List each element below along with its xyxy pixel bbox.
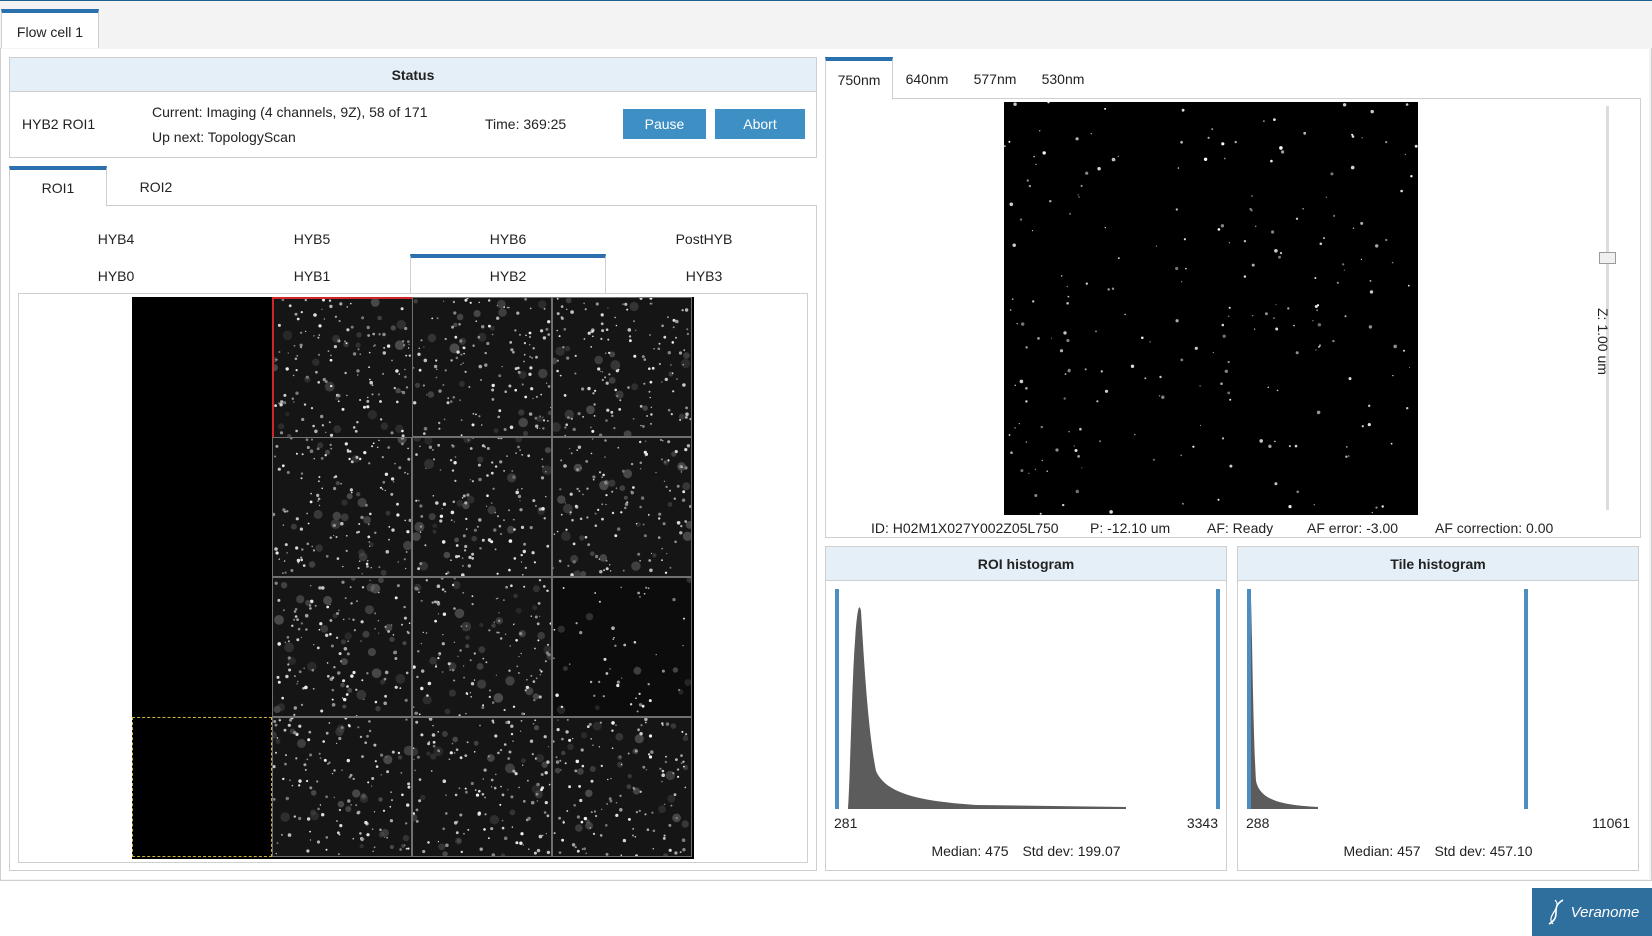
roi-histogram-min-marker[interactable]	[835, 589, 839, 809]
status-time: Time: 369:25	[485, 116, 567, 132]
tile[interactable]	[412, 717, 552, 857]
tile[interactable]	[272, 297, 412, 437]
tile[interactable]	[272, 437, 412, 577]
status-current: Current: Imaging (4 channels, 9Z), 58 of…	[152, 104, 428, 120]
z-slider-thumb[interactable]	[1599, 252, 1616, 264]
tab-hyb6[interactable]: HYB6	[410, 222, 606, 256]
bottom-bar	[0, 886, 1652, 936]
tile[interactable]	[272, 717, 412, 857]
af-correction: AF correction: 0.00	[1435, 520, 1554, 536]
flowcell-tabbar: Flow cell 1	[0, 1, 1652, 50]
status-up-next: Up next: TopologyScan	[152, 129, 296, 145]
roi-histogram-curve	[834, 607, 1126, 809]
roi-histogram-plot	[834, 589, 1220, 809]
status-panel: Status HYB2 ROI1 Current: Imaging (4 cha…	[9, 57, 817, 158]
tab-hyb4[interactable]: HYB4	[18, 222, 214, 256]
roi-histogram-min: 281	[834, 815, 858, 831]
tile-histogram-title: Tile histogram	[1238, 547, 1638, 581]
dna-helix-icon	[1548, 899, 1564, 925]
tile[interactable]	[412, 577, 552, 717]
status-roi: HYB2 ROI1	[22, 116, 96, 132]
tab-posthyb[interactable]: PostHYB	[606, 222, 802, 256]
af-error: AF error: -3.00	[1307, 520, 1399, 536]
tab-hyb5[interactable]: HYB5	[214, 222, 410, 256]
tab-roi1[interactable]: ROI1	[9, 166, 107, 207]
roi-histogram-stats: Median: 475 Std dev: 199.07	[826, 843, 1226, 859]
tile-histogram-median: Median: 457	[1343, 843, 1421, 859]
tab-hyb3[interactable]: HYB3	[606, 259, 802, 293]
roi-histogram-std: Std dev: 199.07	[1022, 843, 1121, 859]
tile[interactable]	[412, 297, 552, 437]
tab-577nm[interactable]: 577nm	[961, 57, 1029, 100]
tab-750nm[interactable]: 750nm	[825, 57, 893, 100]
tile[interactable]	[412, 437, 552, 577]
tab-hyb2[interactable]: HYB2	[410, 254, 606, 294]
tile-histogram-std: Std dev: 457.10	[1434, 843, 1533, 859]
tile[interactable]	[552, 297, 692, 437]
tile-grid	[132, 297, 694, 859]
logo-text: Veranome	[1570, 903, 1640, 921]
tile[interactable]	[272, 577, 412, 717]
z-slider-label: Z: 1.00 um	[1595, 308, 1611, 375]
roi-histogram-median: Median: 475	[931, 843, 1009, 859]
tab-hyb0[interactable]: HYB0	[18, 259, 214, 293]
tile-placeholder[interactable]	[132, 717, 272, 857]
pause-button[interactable]: Pause	[623, 109, 706, 139]
roi-histogram-title: ROI histogram	[826, 547, 1226, 581]
tab-530nm[interactable]: 530nm	[1029, 57, 1097, 100]
abort-button[interactable]: Abort	[715, 109, 805, 139]
tile-histogram-max-marker[interactable]	[1524, 589, 1528, 809]
tile-histogram-min: 288	[1246, 815, 1270, 831]
tab-flow-cell-1[interactable]: Flow cell 1	[1, 9, 99, 50]
status-heading: Status	[10, 58, 816, 92]
tab-640nm[interactable]: 640nm	[893, 57, 961, 100]
tile-position: P: -12.10 um	[1090, 520, 1171, 536]
tile-histogram-plot	[1246, 589, 1528, 809]
roi-tabbar: ROI1 ROI2	[9, 166, 817, 207]
channel-tabbar: 750nm 640nm 577nm 530nm	[825, 57, 1641, 100]
tile[interactable]	[552, 437, 692, 577]
tab-roi2[interactable]: ROI2	[107, 166, 205, 207]
tile[interactable]	[552, 717, 692, 857]
tile-histogram-min-marker[interactable]	[1247, 589, 1251, 809]
tile[interactable]	[552, 577, 692, 717]
tile-id: ID: H02M1X027Y002Z05L750	[871, 520, 1059, 536]
tab-hyb1[interactable]: HYB1	[214, 259, 410, 293]
tile-histogram-max: 11061	[1592, 815, 1630, 831]
roi-histogram: ROI histogram 281 3343 Median: 475 Std d…	[825, 546, 1227, 871]
af-status: AF: Ready	[1207, 520, 1274, 536]
tile-histogram-stats: Median: 457 Std dev: 457.10	[1238, 843, 1638, 859]
roi-histogram-max-marker[interactable]	[1216, 589, 1220, 809]
tile-preview-image	[1004, 102, 1418, 515]
tile-histogram: Tile histogram 288 11061 Median: 457 Std…	[1237, 546, 1639, 871]
veranome-logo: Veranome	[1532, 888, 1652, 936]
tile-histogram-curve	[1246, 599, 1318, 809]
roi-histogram-max: 3343	[1186, 815, 1218, 831]
